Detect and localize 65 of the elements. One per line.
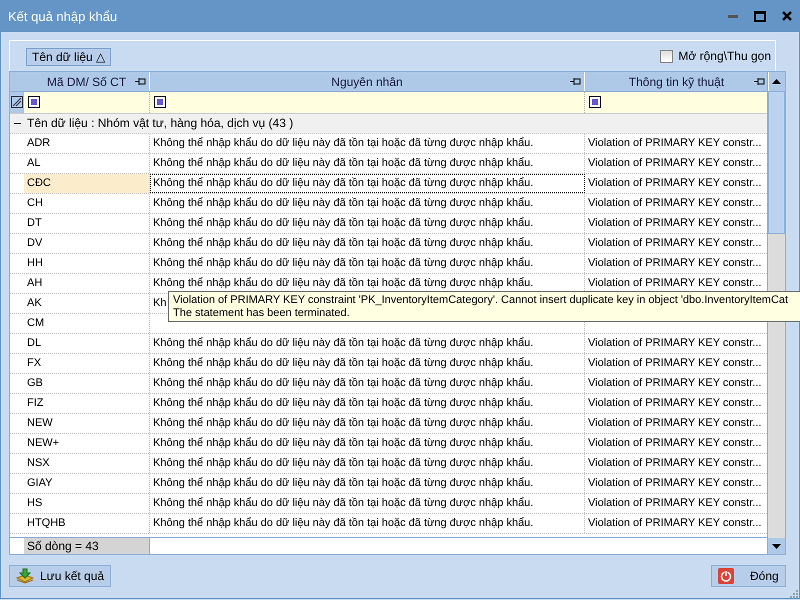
save-button[interactable]: Lưu kết quả	[9, 565, 112, 587]
table-cell[interactable]: HS	[24, 494, 150, 513]
table-cell[interactable]: DT	[24, 214, 150, 233]
table-cell[interactable]: CH	[24, 194, 150, 213]
row-count: Số dòng = 43	[24, 538, 150, 554]
filter-icon[interactable]	[28, 96, 40, 108]
table-cell[interactable]: AH	[24, 274, 150, 293]
group-chip[interactable]: Tên dữ liệu △	[26, 48, 112, 66]
table-cell[interactable]: Không thể nhập khẩu do dữ liệu này đã tồn tại hoặc đã từng được nhập khẩu.	[150, 214, 585, 233]
table-cell[interactable]: DV	[24, 234, 150, 253]
group-row[interactable]: Tên dữ liệu : Nhóm vật tư, hàng hóa, dịch vụ (43 )	[10, 114, 767, 134]
group-label: Tên dữ liệu : Nhóm vật tư, hàng hóa, dịch vụ (43 )	[27, 116, 294, 130]
table-cell[interactable]: DL	[24, 334, 150, 353]
resize-grip-icon[interactable]	[789, 589, 798, 598]
table-cell[interactable]: CĐC	[24, 174, 150, 193]
table-cell[interactable]: Không thể nhập khẩu do dữ liệu này đã tồn tại hoặc đã từng được nhập khẩu.	[150, 394, 585, 413]
table-cell[interactable]: AK	[24, 294, 150, 313]
table-cell[interactable]: Không thể nhập khẩu do dữ liệu này đã tồn tại hoặc đã từng được nhập khẩu.	[150, 514, 585, 533]
window-title: Kết quả nhập khẩu	[8, 8, 118, 24]
table-cell[interactable]: Không thể nhập khẩu do dữ liệu này đã tồn tại hoặc đã từng được nhập khẩu.	[150, 494, 585, 513]
table-cell[interactable]: Không thể nhập khẩu do dữ liệu này đã tồn tại hoặc đã từng được nhập khẩu.	[150, 434, 585, 453]
table-cell[interactable]: Không thể nhập khẩu do dữ liệu này đã tồn tại hoặc đã từng được nhập khẩu.	[150, 334, 585, 353]
table-cell[interactable]: Không thể nhập khẩu do dữ liệu này đã tồn tại hoặc đã từng được nhập khẩu.	[150, 134, 585, 153]
table-cell[interactable]: GB	[24, 374, 150, 393]
pin-icon[interactable]	[135, 78, 146, 85]
table-cell[interactable]: Không thể nhập khẩu do dữ liệu này đã tồn tại hoặc đã từng được nhập khẩu.	[150, 174, 585, 193]
table-cell[interactable]: ADR	[24, 134, 150, 153]
column-header[interactable]: Mã DM/ Số CT	[24, 72, 150, 91]
table-cell[interactable]: Không thể nhập khẩu do dữ liệu này đã tồn tại hoặc đã từng được nhập khẩu.	[150, 254, 585, 273]
scroll-down-icon[interactable]	[772, 544, 781, 548]
table-cell[interactable]: Không thể nhập khẩu do dữ liệu này đã tồn tại hoặc đã từng được nhập khẩu.	[150, 374, 585, 393]
table-cell[interactable]: AL	[24, 154, 150, 173]
table-cell[interactable]: NEW	[24, 414, 150, 433]
table-cell[interactable]: Không thể nhập khẩu do dữ liệu này đã tồn tại hoặc đã từng được nhập khẩu.	[150, 354, 585, 373]
table-cell[interactable]: Không thể nhập khẩu do dữ liệu này đã tồn tại hoặc đã từng được nhập khẩu.	[150, 194, 585, 213]
table-cell[interactable]: HH	[24, 254, 150, 273]
table-cell[interactable]: CM	[24, 314, 150, 333]
table-cell[interactable]: FX	[24, 354, 150, 373]
tooltip-line: Violation of PRIMARY KEY constraint 'PK_InventoryItemCategory'. Cannot insert duplicate key in object 'dbo.InventoryItemCat	[173, 294, 790, 307]
scroll-thumb[interactable]	[768, 91, 785, 234]
table-cell[interactable]: FIZ	[24, 394, 150, 413]
table-cell[interactable]: NSX	[24, 454, 150, 473]
maximize-icon[interactable]	[754, 10, 766, 22]
power-icon	[718, 568, 734, 584]
close-icon[interactable]	[782, 11, 792, 21]
filter-icon[interactable]	[589, 96, 601, 108]
table-cell[interactable]: Không thể nhập khẩu do dữ liệu này đã tồn tại hoặc đã từng được nhập khẩu.	[150, 414, 585, 433]
checkbox[interactable]	[660, 50, 674, 62]
save-icon	[16, 568, 34, 584]
tooltip-line: The statement has been terminated.	[173, 307, 351, 320]
checkbox-label[interactable]: Mở rộng\Thu gọn	[678, 49, 771, 63]
table-cell[interactable]: HTQHB	[24, 514, 150, 533]
table-cell[interactable]: NEW+	[24, 434, 150, 453]
filter-row-icon[interactable]	[11, 96, 23, 108]
table-cell[interactable]: Không thể nhập khẩu do dữ liệu này đã tồn tại hoặc đã từng được nhập khẩu.	[150, 154, 585, 173]
scroll-up-icon[interactable]	[772, 79, 781, 84]
table-cell[interactable]: Không thể nhập khẩu do dữ liệu này đã tồn tại hoặc đã từng được nhập khẩu.	[150, 234, 585, 253]
pin-icon[interactable]	[570, 78, 581, 85]
table-cell[interactable]: Không thể nhập khẩu do dữ liệu này đã tồn tại hoặc đã từng được nhập khẩu.	[150, 474, 585, 493]
table-cell[interactable]: Không thể nhập khẩu do dữ liệu này đã tồn tại hoặc đã từng được nhập khẩu.	[150, 454, 585, 473]
filter-icon[interactable]	[154, 96, 166, 108]
pin-icon[interactable]	[754, 78, 765, 85]
column-header[interactable]: Nguyên nhân	[150, 72, 585, 91]
table-cell[interactable]: GIAY	[24, 474, 150, 493]
close-button[interactable]: Đóng	[711, 565, 786, 587]
